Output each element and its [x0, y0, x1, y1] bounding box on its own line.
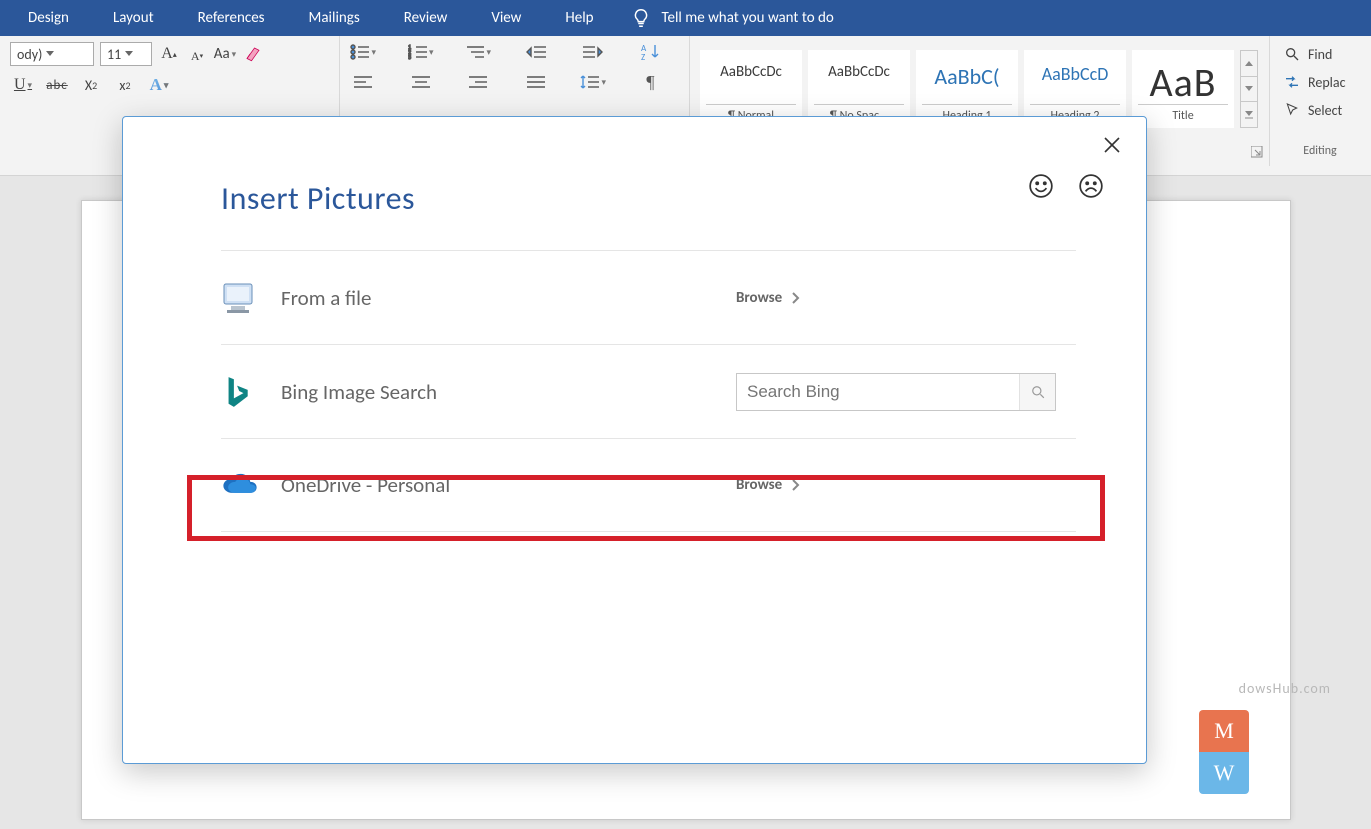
- editing-group: Find Replac Select Editing: [1270, 36, 1370, 166]
- clear-formatting-button[interactable]: [242, 43, 264, 65]
- grow-font-button[interactable]: A▴: [158, 43, 180, 65]
- browse-onedrive-button[interactable]: Browse: [736, 476, 1076, 494]
- superscript-button[interactable]: x2: [114, 74, 136, 96]
- change-case-button[interactable]: Aa▾: [214, 43, 236, 65]
- font-size-combo[interactable]: 11: [100, 42, 152, 66]
- show-marks-button[interactable]: ¶: [638, 72, 664, 92]
- bing-search-box: [736, 373, 1056, 411]
- replace-button[interactable]: Replac: [1280, 68, 1360, 96]
- search-icon: [1031, 385, 1045, 399]
- browse-file-button[interactable]: Browse: [736, 289, 1076, 307]
- strikethrough-button[interactable]: abc: [46, 74, 68, 96]
- watermark-w: W: [1199, 752, 1249, 794]
- bullets-button[interactable]: ▾: [350, 42, 376, 62]
- feedback-buttons: [1028, 173, 1104, 199]
- styles-gallery-scroll: [1240, 50, 1258, 128]
- tab-design[interactable]: Design: [6, 1, 91, 35]
- onedrive-icon: [221, 472, 281, 498]
- replace-icon: [1284, 74, 1300, 90]
- gallery-up-button[interactable]: [1241, 51, 1257, 77]
- sort-button[interactable]: AZ: [638, 42, 664, 62]
- ribbon-tab-strip: Design Layout References Mailings Review…: [0, 0, 1371, 36]
- tab-mailings[interactable]: Mailings: [287, 1, 382, 35]
- find-button[interactable]: Find: [1280, 40, 1360, 68]
- chevron-right-icon: [792, 479, 800, 491]
- font-name-combo[interactable]: ody): [10, 42, 94, 66]
- close-icon: [1103, 136, 1121, 154]
- option-bing: Bing Image Search: [221, 344, 1076, 438]
- watermark-m: M: [1199, 710, 1249, 752]
- frown-icon[interactable]: [1078, 173, 1104, 199]
- cursor-icon: [1284, 102, 1300, 118]
- option-from-file: From a file Browse: [221, 250, 1076, 344]
- tab-review[interactable]: Review: [382, 1, 470, 35]
- numbering-button[interactable]: 123▾: [408, 42, 434, 62]
- font-size-value: 11: [107, 46, 121, 63]
- option-onedrive: OneDrive - Personal Browse: [221, 438, 1076, 532]
- styles-launcher[interactable]: [1251, 146, 1265, 160]
- decrease-indent-button[interactable]: [523, 42, 549, 62]
- lightbulb-icon: [630, 7, 652, 29]
- align-center-button[interactable]: [408, 72, 434, 92]
- chevron-right-icon: [792, 292, 800, 304]
- bing-icon: [221, 375, 281, 409]
- tell-me-search[interactable]: Tell me what you want to do: [630, 7, 834, 29]
- insert-pictures-dialog: Insert Pictures From a file Browse Bing …: [122, 116, 1147, 764]
- search-icon: [1284, 46, 1300, 62]
- tab-help[interactable]: Help: [543, 1, 615, 35]
- option-from-file-label: From a file: [281, 285, 736, 311]
- multilevel-list-button[interactable]: ▾: [465, 42, 491, 62]
- option-bing-label: Bing Image Search: [281, 379, 736, 405]
- font-name-value: ody): [17, 46, 42, 63]
- align-left-button[interactable]: [350, 72, 376, 92]
- tab-layout[interactable]: Layout: [91, 1, 176, 35]
- chevron-down-icon: [42, 43, 58, 65]
- watermark-text: dowsHub.com: [1239, 680, 1331, 697]
- smile-icon[interactable]: [1028, 173, 1054, 199]
- align-right-button[interactable]: [465, 72, 491, 92]
- chevron-down-icon: [121, 43, 137, 65]
- watermark-badge: M W: [1199, 710, 1249, 794]
- text-effects-button[interactable]: A▾: [148, 74, 170, 96]
- gallery-down-button[interactable]: [1241, 77, 1257, 103]
- svg-text:3: 3: [408, 53, 411, 60]
- subscript-button[interactable]: X2: [80, 74, 102, 96]
- tell-me-label: Tell me what you want to do: [662, 9, 834, 27]
- line-spacing-button[interactable]: ▾: [580, 72, 606, 92]
- bing-search-go[interactable]: [1019, 374, 1055, 410]
- select-button[interactable]: Select: [1280, 96, 1360, 124]
- tab-references[interactable]: References: [176, 1, 287, 35]
- underline-button[interactable]: U▾: [12, 74, 34, 96]
- tab-view[interactable]: View: [469, 1, 543, 35]
- align-justify-button[interactable]: [523, 72, 549, 92]
- computer-icon: [221, 281, 281, 315]
- editing-group-label: Editing: [1270, 144, 1370, 158]
- bing-search-input[interactable]: [737, 382, 1019, 402]
- increase-indent-button[interactable]: [580, 42, 606, 62]
- close-button[interactable]: [1098, 131, 1126, 159]
- gallery-more-button[interactable]: [1241, 102, 1257, 127]
- dialog-title: Insert Pictures: [221, 179, 1096, 218]
- svg-text:Z: Z: [641, 52, 645, 61]
- option-onedrive-label: OneDrive - Personal: [281, 472, 736, 498]
- shrink-font-button[interactable]: A▾: [186, 45, 208, 67]
- style-title[interactable]: AaB Title: [1132, 50, 1234, 128]
